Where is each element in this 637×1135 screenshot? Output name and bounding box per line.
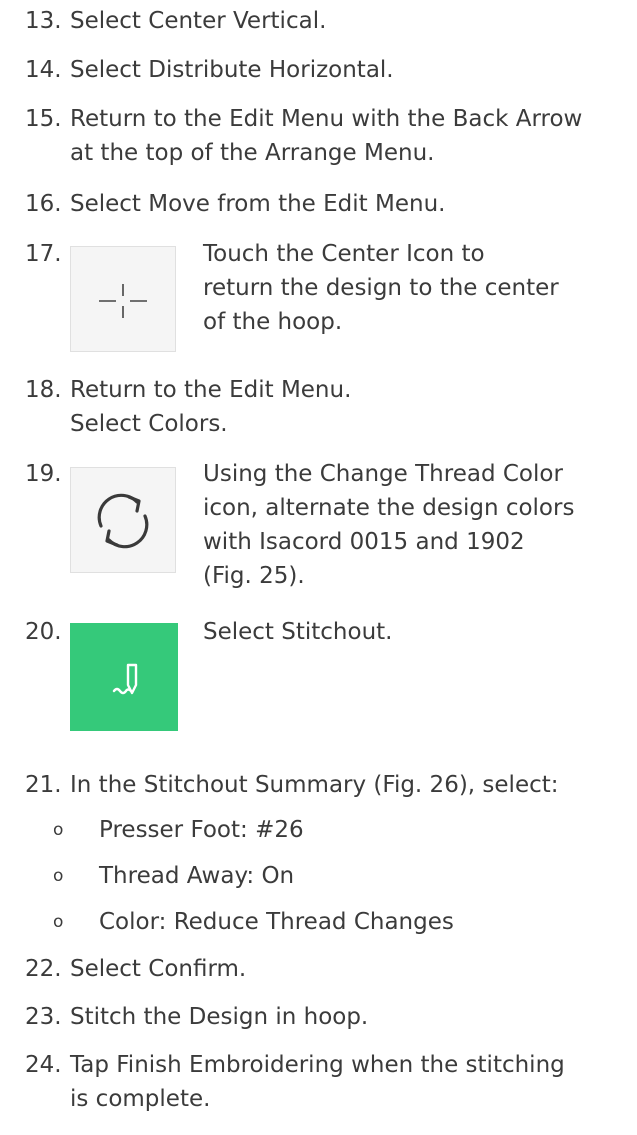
step-line: Select Confirm. (70, 956, 247, 982)
stitchout-icon-box (70, 623, 178, 731)
step-number: 15. (25, 106, 62, 132)
step-line: Return to the Edit Menu. (70, 377, 352, 403)
change-thread-color-icon (97, 493, 149, 549)
step-line: Select Center Vertical. (70, 8, 327, 34)
bullet-marker: o (53, 866, 64, 886)
step-line: Return to the Edit Menu with the Back Ar… (70, 106, 583, 132)
step-number: 19. (25, 461, 62, 487)
step-number: 21. (25, 772, 62, 798)
step-line: (Fig. 25). (203, 563, 305, 589)
step-text: Return to the Edit Menu. Select Colors. (70, 373, 633, 441)
step-number: 14. (25, 57, 62, 83)
bullet-text: Color: Reduce Thread Changes (99, 909, 454, 935)
step-text: Select Confirm. (70, 952, 633, 986)
step-19: 19. Using the Change Thread Color icon, … (25, 457, 633, 607)
step-text: Using the Change Thread Color icon, alte… (203, 457, 633, 593)
step-number: 18. (25, 377, 62, 403)
change-color-icon-box (70, 467, 176, 573)
step-number: 13. (25, 8, 62, 34)
bullet-text: Presser Foot: #26 (99, 817, 304, 843)
step-line: Select Distribute Horizontal. (70, 57, 394, 83)
step-text: Select Center Vertical. (70, 4, 633, 38)
step-number: 17. (25, 241, 62, 267)
step-number: 24. (25, 1052, 62, 1078)
stitchout-needle-icon (112, 663, 138, 695)
step-text: Select Move from the Edit Menu. (70, 187, 633, 221)
step-line: Touch the Center Icon to (203, 241, 485, 267)
step-line: is complete. (70, 1086, 211, 1112)
step-17: 17. Touch the Center Icon to return the … (25, 237, 633, 357)
step-text: Select Distribute Horizontal. (70, 53, 633, 87)
step-line: Select Stitchout. (203, 619, 393, 645)
step-line: Using the Change Thread Color (203, 461, 563, 487)
bullet-marker: o (53, 820, 64, 840)
step-line: Select Colors. (70, 411, 228, 437)
step-line: Tap Finish Embroidering when the stitchi… (70, 1052, 565, 1078)
step-number: 20. (25, 619, 62, 645)
step-line: with Isacord 0015 and 1902 (203, 529, 525, 555)
step-line: icon, alternate the design colors (203, 495, 575, 521)
step-number: 23. (25, 1004, 62, 1030)
step-number: 22. (25, 956, 62, 982)
step-line: return the design to the center (203, 275, 559, 301)
bullet-text: Thread Away: On (99, 863, 295, 889)
step-number: 16. (25, 191, 62, 217)
step-20: 20. Select Stitchout. (25, 615, 633, 735)
center-crosshair-icon (99, 284, 147, 318)
step-text: Stitch the Design in hoop. (70, 1000, 633, 1034)
step-text: Return to the Edit Menu with the Back Ar… (70, 102, 633, 170)
step-line: of the hoop. (203, 309, 343, 335)
step-line: In the Stitchout Summary (Fig. 26), sele… (70, 772, 559, 798)
step-line: Select Move from the Edit Menu. (70, 191, 446, 217)
step-text: Touch the Center Icon to return the desi… (203, 237, 633, 339)
center-icon-box (70, 246, 176, 352)
bullet-marker: o (53, 912, 64, 932)
step-line: at the top of the Arrange Menu. (70, 140, 435, 166)
step-line: Stitch the Design in hoop. (70, 1004, 369, 1030)
step-text: In the Stitchout Summary (Fig. 26), sele… (70, 768, 633, 802)
step-text: Select Stitchout. (203, 615, 633, 649)
step-text: Tap Finish Embroidering when the stitchi… (70, 1048, 633, 1116)
